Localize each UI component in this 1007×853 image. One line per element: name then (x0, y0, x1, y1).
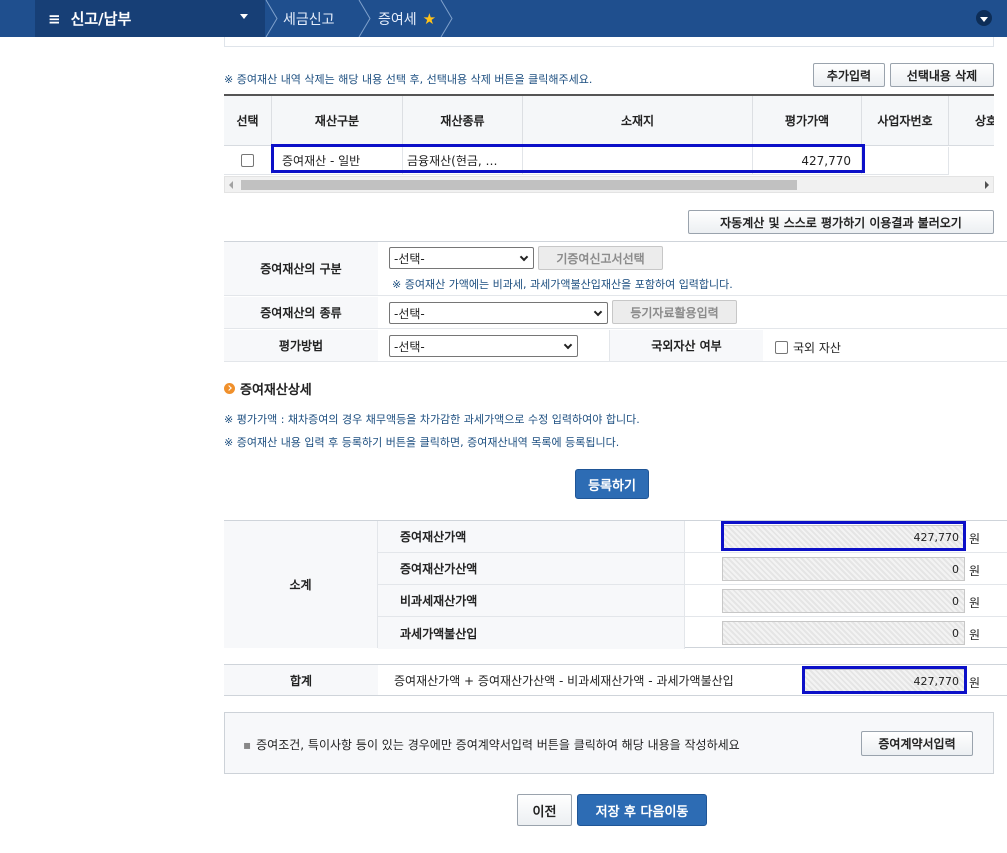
col-select: 선택 (224, 96, 272, 145)
breadcrumb-gift-tax[interactable]: 증여세 ★ (378, 0, 436, 37)
row-checkbox[interactable] (241, 154, 254, 167)
col-category: 재산구분 (272, 96, 403, 145)
foreign-asset-check-label: 국외 자산 (793, 341, 841, 355)
unit-label: 원 (969, 676, 981, 690)
col-name: 상호 (975, 114, 994, 128)
section-title: 증여재산상세 (224, 379, 312, 398)
upper-panel-bottom (224, 37, 994, 47)
select-value: -선택- (394, 306, 425, 321)
load-auto-calc-button[interactable]: 자동계산 및 스스로 평가하기 이용결과 불러오기 (688, 210, 994, 234)
unit-label: 원 (969, 596, 981, 610)
chevron-down-icon (519, 252, 529, 262)
contract-info-text: ▪ 증여조건, 특이사항 등이 있는 경우에만 증여계약서입력 버튼을 클릭하여 … (243, 736, 740, 753)
row-select-cell (224, 147, 272, 174)
col-location: 소재지 (523, 96, 753, 145)
subtotal-label: 소계 (224, 521, 378, 648)
select-value: -선택- (394, 339, 425, 354)
category-note: ※ 증여재산 가액에는 비과세, 과세가액불산입재산을 포함하여 입력합니다. (392, 278, 733, 291)
breadcrumb-separator-icon (265, 0, 278, 37)
form-row-method: 평가방법 -선택- 국외자산 여부 국외 자산 (224, 330, 1007, 362)
subtotal-row: 증여재산가산액 0 원 (378, 553, 1007, 585)
total-formula: 증여재산가액 + 증여재산가산액 - 비과세재산가액 - 과세가액불산입 (394, 673, 734, 688)
subtotal-row-label: 비과세재산가액 (378, 585, 685, 616)
bullet-arrow-icon (224, 383, 235, 394)
form-row-kind: 증여재산의 종류 -선택- 등기자료활용입력 (224, 297, 1007, 329)
method-select[interactable]: -선택- (389, 335, 578, 357)
total-label: 합계 (224, 665, 378, 695)
col-kind: 재산종류 (403, 96, 523, 145)
method-label: 평가방법 (224, 330, 378, 361)
scrollbar-thumb[interactable] (241, 180, 797, 190)
gift-property-grid: 선택 재산구분 재산종류 소재지 평가가액 사업자번호 상호 증여재산 - 일반… (224, 94, 994, 175)
excluded-value-field: 0 (722, 621, 965, 645)
foreign-asset-checkbox[interactable]: 국외 자산 (775, 339, 841, 356)
breadcrumb-separator-icon (358, 0, 371, 37)
hamburger-icon: ≡ (48, 9, 61, 28)
category-select[interactable]: -선택- (389, 247, 534, 269)
select-value: -선택- (394, 251, 425, 266)
prev-button[interactable]: 이전 (517, 794, 572, 826)
kind-select[interactable]: -선택- (389, 302, 608, 324)
grid-header: 선택 재산구분 재산종류 소재지 평가가액 사업자번호 상호 (224, 96, 994, 146)
contract-info-label: 증여조건, 특이사항 등이 있는 경우에만 증여계약서입력 버튼을 클릭하여 해… (256, 738, 740, 752)
gift-addition-field: 0 (722, 557, 965, 581)
col-value: 평가가액 (753, 96, 862, 145)
save-next-button[interactable]: 저장 후 다음이동 (577, 794, 707, 826)
register-button[interactable]: 등록하기 (575, 469, 649, 499)
subtotal-row: 비과세재산가액 0 원 (378, 585, 1007, 617)
menu-title: 신고/납부 (70, 10, 132, 28)
kind-label: 증여재산의 종류 (224, 297, 378, 328)
expand-nav-button[interactable] (976, 10, 992, 26)
top-navigation: ≡ 신고/납부 세금신고 증여세 ★ (0, 0, 1007, 37)
grid-horizontal-scrollbar[interactable] (224, 176, 994, 193)
chevron-down-icon (563, 340, 573, 350)
detail-note-1: ※ 평가가액 : 채차증여의 경우 채무액등을 차가감한 과세가액으로 수정 입… (224, 413, 640, 426)
cell-bizno (862, 147, 949, 174)
registry-data-button[interactable]: 등기자료활용입력 (612, 300, 737, 324)
detail-note-2: ※ 증여재산 내용 입력 후 등록하기 버튼을 클릭하면, 증여재산내역 목록에… (224, 436, 620, 449)
chevron-down-icon (593, 307, 603, 317)
subtotal-row-label: 과세가액불산입 (378, 617, 685, 649)
foreign-asset-check[interactable] (775, 341, 788, 354)
form-row-category: 증여재산의 구분 -선택- 기증여신고서선택 ※ 증여재산 가액에는 비과세, … (224, 242, 1007, 296)
breadcrumb-label: 증여세 (378, 11, 417, 28)
caret-down-icon (240, 14, 248, 19)
section-title-text: 증여재산상세 (240, 383, 312, 398)
menu-dropdown[interactable]: ≡ 신고/납부 (35, 0, 265, 37)
subtotal-row-label: 증여재산가액 (378, 521, 685, 552)
non-taxable-field: 0 (722, 589, 965, 613)
chevron-down-icon (980, 16, 988, 22)
scroll-left-icon[interactable] (229, 181, 233, 189)
subtotal-row: 과세가액불산입 0 원 (378, 617, 1007, 649)
square-bullet-icon: ▪ (243, 738, 252, 752)
previous-report-select-button[interactable]: 기증여신고서선택 (538, 246, 663, 270)
total-highlight (802, 666, 967, 694)
col-bizno: 사업자번호 (862, 96, 949, 145)
star-icon[interactable]: ★ (423, 10, 436, 28)
delete-note: ※ 증여재산 내역 삭제는 해당 내용 선택 후, 선택내용 삭제 버튼을 클릭… (224, 73, 593, 86)
subtotal-row-label: 증여재산가산액 (378, 553, 685, 584)
unit-label: 원 (969, 532, 981, 546)
category-label: 증여재산의 구분 (224, 242, 378, 295)
row-highlight (271, 144, 865, 173)
delete-selected-button[interactable]: 선택내용 삭제 (890, 63, 994, 87)
gift-contract-button[interactable]: 증여계약서입력 (861, 731, 973, 756)
add-entry-button[interactable]: 추가입력 (813, 63, 885, 87)
unit-label: 원 (969, 564, 981, 578)
scroll-right-icon[interactable] (985, 181, 989, 189)
unit-label: 원 (969, 628, 981, 642)
breadcrumb-tax-report[interactable]: 세금신고 (283, 0, 335, 37)
breadcrumb-separator-icon (440, 0, 453, 37)
foreign-asset-label: 국외자산 여부 (609, 330, 763, 361)
property-form: 증여재산의 구분 -선택- 기증여신고서선택 ※ 증여재산 가액에는 비과세, … (224, 241, 1007, 362)
contract-info-box: ▪ 증여조건, 특이사항 등이 있는 경우에만 증여계약서입력 버튼을 클릭하여 … (224, 712, 994, 774)
value-highlight (721, 521, 966, 551)
